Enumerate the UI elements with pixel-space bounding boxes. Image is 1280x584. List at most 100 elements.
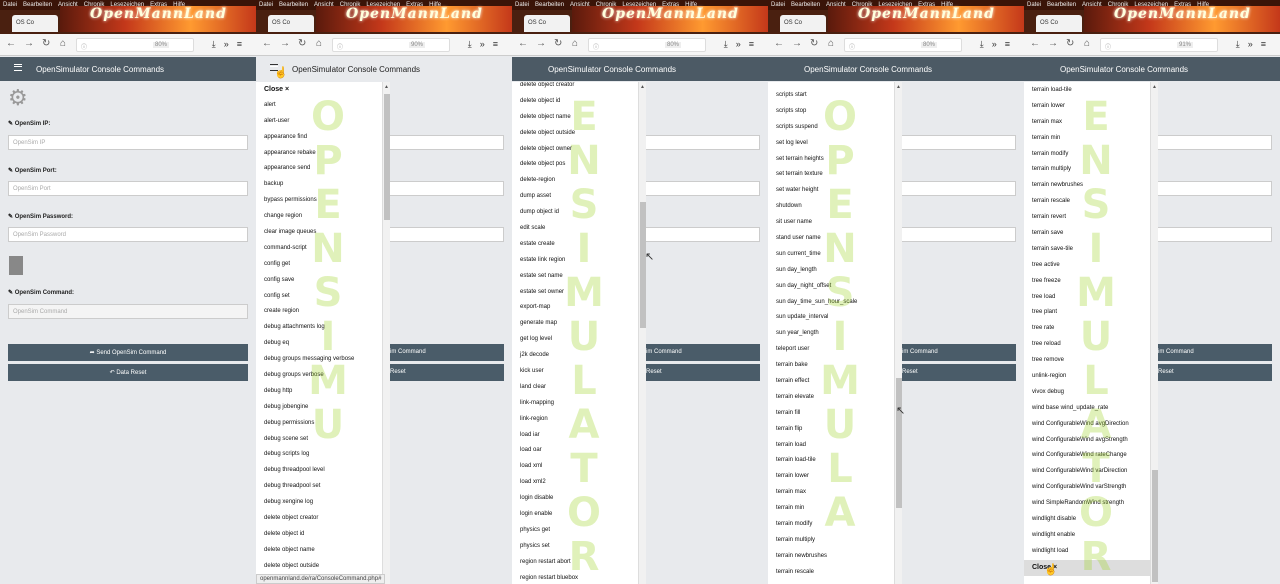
command-item[interactable]: delete object pos — [512, 157, 638, 173]
home-icon[interactable]: ⌂ — [316, 39, 322, 49]
command-item[interactable]: delete object id — [256, 527, 382, 543]
command-item[interactable]: terrain save-tile — [1024, 242, 1150, 258]
command-item[interactable]: terrain elevate — [768, 390, 894, 406]
ip-input[interactable] — [1154, 135, 1272, 150]
command-item[interactable]: kick user — [512, 364, 638, 380]
command-item[interactable]: wind base wind_update_rate — [1024, 401, 1150, 417]
command-item[interactable]: debug threadpool level — [256, 463, 382, 479]
menu-item[interactable]: Datei — [259, 2, 273, 8]
command-item[interactable]: tree active — [1024, 258, 1150, 274]
command-item[interactable]: get log level — [512, 332, 638, 348]
command-item[interactable]: sun current_time — [768, 247, 894, 263]
command-item[interactable]: wind SimpleRandomWind strength — [1024, 496, 1150, 512]
command-item[interactable]: estate create — [512, 237, 638, 253]
command-item[interactable]: land clear — [512, 380, 638, 396]
command-item[interactable]: debug threadpool set — [256, 479, 382, 495]
command-item[interactable]: windlight load — [1024, 544, 1150, 560]
command-item[interactable]: terrain multiply — [1024, 162, 1150, 178]
forward-icon[interactable]: → — [792, 39, 802, 49]
command-item[interactable]: debug jobengine — [256, 400, 382, 416]
scroll-thumb[interactable] — [384, 94, 390, 220]
browser-tab[interactable]: OS Co — [1036, 15, 1082, 32]
url-bar[interactable]: ⓘ 80% — [76, 38, 194, 52]
command-item[interactable]: load xml — [512, 459, 638, 475]
menu-item[interactable]: Datei — [771, 2, 785, 8]
command-item[interactable]: terrain load — [768, 438, 894, 454]
browser-tab[interactable]: OS Co — [268, 15, 314, 32]
menu-item[interactable]: Bearbeiten — [791, 2, 820, 8]
command-item[interactable]: wind ConfigurableWind avgStrength — [1024, 433, 1150, 449]
url-bar[interactable]: ⓘ 80% — [588, 38, 706, 52]
command-item[interactable]: set log level — [768, 136, 894, 152]
command-item[interactable]: terrain modify — [768, 517, 894, 533]
command-item[interactable]: delete object owner — [512, 142, 638, 158]
command-item[interactable]: sun day_length — [768, 263, 894, 279]
command-item[interactable]: create region — [256, 304, 382, 320]
home-icon[interactable]: ⌂ — [1084, 39, 1090, 49]
command-item[interactable]: tree freeze — [1024, 274, 1150, 290]
toolbar-icons[interactable]: ⤓»≡ — [212, 39, 250, 50]
command-item[interactable]: generate map — [512, 316, 638, 332]
send-command-button[interactable]: ➦ Send OpenSim Command — [8, 344, 248, 361]
back-icon[interactable]: ← — [262, 39, 272, 49]
send-command-button[interactable]: im Command — [898, 344, 1016, 361]
command-item[interactable]: delete-region — [512, 173, 638, 189]
command-item[interactable]: change region — [256, 209, 382, 225]
command-item[interactable]: estate set owner — [512, 285, 638, 301]
command-item[interactable]: export-map — [512, 300, 638, 316]
command-item[interactable]: delete object outside — [512, 126, 638, 142]
command-item[interactable]: login enable — [512, 507, 638, 523]
data-reset-button[interactable]: ↶ Data Reset — [8, 364, 248, 381]
forward-icon[interactable]: → — [24, 39, 34, 49]
command-item[interactable]: config set — [256, 289, 382, 305]
command-item[interactable]: vivox debug — [1024, 385, 1150, 401]
command-item[interactable]: terrain bake — [768, 358, 894, 374]
command-item[interactable]: debug attachments log — [256, 320, 382, 336]
command-item[interactable]: region restart bluebox — [512, 571, 638, 584]
command-item[interactable]: tree reload — [1024, 337, 1150, 353]
home-icon[interactable]: ⌂ — [60, 39, 66, 49]
port-input[interactable] — [898, 181, 1016, 196]
zoom-level[interactable]: 80% — [152, 42, 169, 48]
command-item[interactable]: appearance find — [256, 130, 382, 146]
menu-item[interactable]: Bearbeiten — [23, 2, 52, 8]
command-item[interactable]: physics get — [512, 523, 638, 539]
port-input[interactable] — [642, 181, 760, 196]
command-item[interactable]: terrain multiply — [768, 533, 894, 549]
command-item[interactable]: debug groups messaging verbose — [256, 352, 382, 368]
command-item[interactable]: sun day_night_offset — [768, 279, 894, 295]
forward-icon[interactable]: → — [1048, 39, 1058, 49]
reload-icon[interactable]: ↻ — [554, 39, 562, 49]
menu-item[interactable]: Datei — [515, 2, 529, 8]
close-nav-button[interactable]: Close × — [1024, 559, 1150, 576]
command-item[interactable]: appearance send — [256, 161, 382, 177]
command-item[interactable]: debug permissions — [256, 416, 382, 432]
menu-item[interactable]: Bearbeiten — [279, 2, 308, 8]
sidenav-scrollbar[interactable]: ▲ — [382, 82, 390, 584]
sidenav-scrollbar[interactable]: ▲ — [894, 82, 902, 584]
ip-input[interactable] — [386, 135, 504, 150]
command-item[interactable]: debug scene set — [256, 432, 382, 448]
password-input[interactable] — [386, 227, 504, 242]
send-command-button[interactable]: im Command — [386, 344, 504, 361]
menu-item[interactable]: Bearbeiten — [1047, 2, 1076, 8]
command-item[interactable]: terrain max — [1024, 115, 1150, 131]
command-item[interactable]: terrain lower — [768, 469, 894, 485]
forward-icon[interactable]: → — [280, 39, 290, 49]
command-item[interactable]: teleport user — [768, 342, 894, 358]
command-item[interactable]: scripts stop — [768, 104, 894, 120]
command-item[interactable]: terrain newbrushes — [768, 549, 894, 565]
scroll-thumb[interactable] — [640, 202, 646, 328]
back-icon[interactable]: ← — [6, 39, 16, 49]
browser-tab[interactable]: OS Co — [12, 15, 58, 32]
command-item[interactable]: terrain effect — [768, 374, 894, 390]
command-item[interactable]: unlink-region — [1024, 369, 1150, 385]
port-input[interactable] — [1154, 181, 1272, 196]
command-item[interactable]: bypass permissions — [256, 193, 382, 209]
command-item[interactable]: delete object id — [512, 94, 638, 110]
command-item[interactable]: debug eq — [256, 336, 382, 352]
reload-icon[interactable]: ↻ — [1066, 39, 1074, 49]
zoom-level[interactable]: 80% — [664, 42, 681, 48]
back-icon[interactable]: ← — [774, 39, 784, 49]
zoom-level[interactable]: 80% — [920, 42, 937, 48]
